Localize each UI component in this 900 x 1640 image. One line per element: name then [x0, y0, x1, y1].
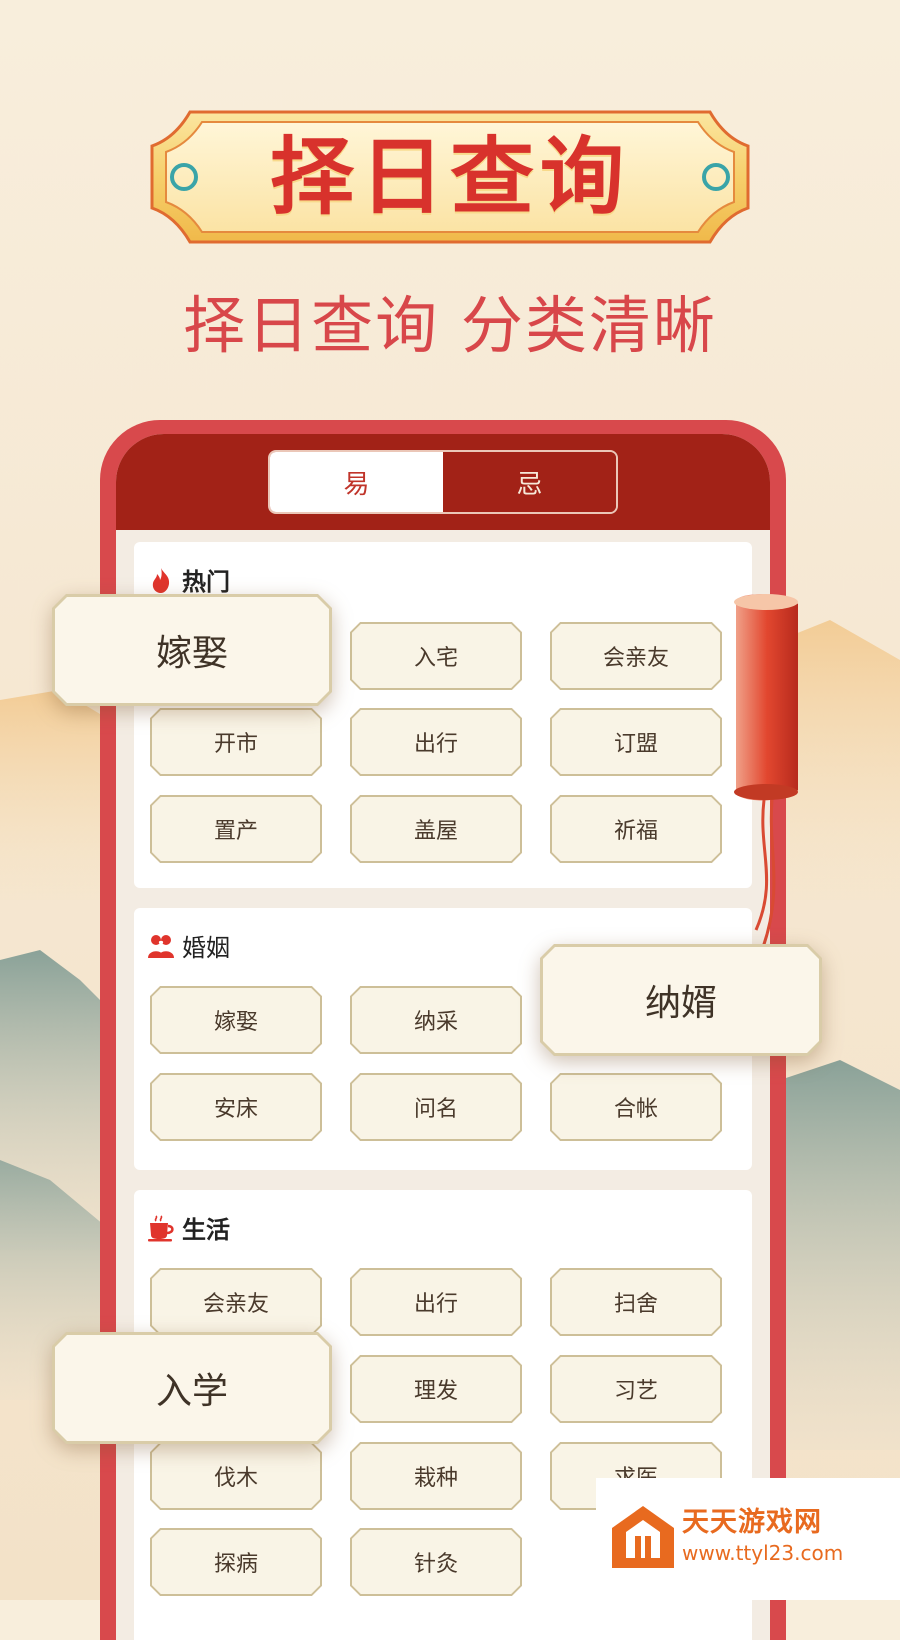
popup-label: 入学 — [55, 1335, 329, 1441]
popup-label: 嫁娶 — [55, 597, 329, 703]
section-title: 生活 — [182, 1215, 230, 1244]
chip-item[interactable]: 入宅 — [350, 622, 522, 690]
chip-item[interactable]: 安床 — [150, 1073, 322, 1141]
chip-item[interactable]: 出行 — [350, 1268, 522, 1336]
section-header: 热门 — [146, 562, 230, 597]
chip-item[interactable]: 栽种 — [350, 1442, 522, 1510]
chip-item[interactable]: 习艺 — [550, 1355, 722, 1423]
banner-title: 择日查询 — [269, 127, 630, 226]
chip-item[interactable]: 问名 — [350, 1073, 522, 1141]
chip-item[interactable]: 针灸 — [350, 1528, 522, 1596]
watermark-title: 天天游戏网 — [682, 1507, 822, 1538]
chip-item[interactable]: 会亲友 — [550, 622, 722, 690]
title-banner: 择日查询 — [150, 108, 750, 246]
watermark: 天天游戏网 www.ttyl23.com — [596, 1478, 900, 1600]
subtitle: 择日查询 分类清晰 — [183, 289, 717, 362]
scroll-decoration — [734, 594, 798, 951]
chip-item[interactable]: 开市 — [150, 708, 322, 776]
house-logo-icon — [612, 1506, 674, 1568]
chip-item[interactable]: 探病 — [150, 1528, 322, 1596]
chip-item[interactable]: 嫁娶 — [150, 986, 322, 1054]
teacup-icon — [148, 1214, 174, 1241]
chip-item[interactable]: 伐木 — [150, 1442, 322, 1510]
chip-item[interactable]: 扫舍 — [550, 1268, 722, 1336]
tab-ji[interactable]: 忌 — [443, 452, 616, 512]
popup-card[interactable]: 入学 — [52, 1332, 332, 1444]
yi-ji-toggle[interactable]: 易 忌 — [268, 450, 618, 514]
flame-icon — [152, 567, 170, 593]
popup-card[interactable]: 嫁娶 — [52, 594, 332, 706]
section-header: 生活 — [146, 1210, 230, 1245]
chip-item[interactable]: 纳采 — [350, 986, 522, 1054]
section-header: 婚姻 — [146, 928, 230, 963]
watermark-text: 天天游戏网 www.ttyl23.com — [682, 1500, 843, 1565]
popup-label: 纳婿 — [543, 947, 819, 1053]
couple-icon — [148, 934, 174, 958]
chip-item[interactable]: 会亲友 — [150, 1268, 322, 1336]
popup-card[interactable]: 纳婿 — [540, 944, 822, 1056]
section-title: 热门 — [182, 567, 230, 596]
watermark-url: www.ttyl23.com — [682, 1541, 844, 1565]
section-title: 婚姻 — [182, 934, 230, 962]
chip-item[interactable]: 置产 — [150, 795, 322, 863]
chip-item[interactable]: 盖屋 — [350, 795, 522, 863]
chip-item[interactable]: 合帐 — [550, 1073, 722, 1141]
chip-item[interactable]: 订盟 — [550, 708, 722, 776]
chip-item[interactable]: 出行 — [350, 708, 522, 776]
app-header: 易 忌 — [116, 434, 770, 530]
tab-yi[interactable]: 易 — [270, 452, 443, 512]
chip-item[interactable]: 理发 — [350, 1355, 522, 1423]
chip-item[interactable]: 祈福 — [550, 795, 722, 863]
